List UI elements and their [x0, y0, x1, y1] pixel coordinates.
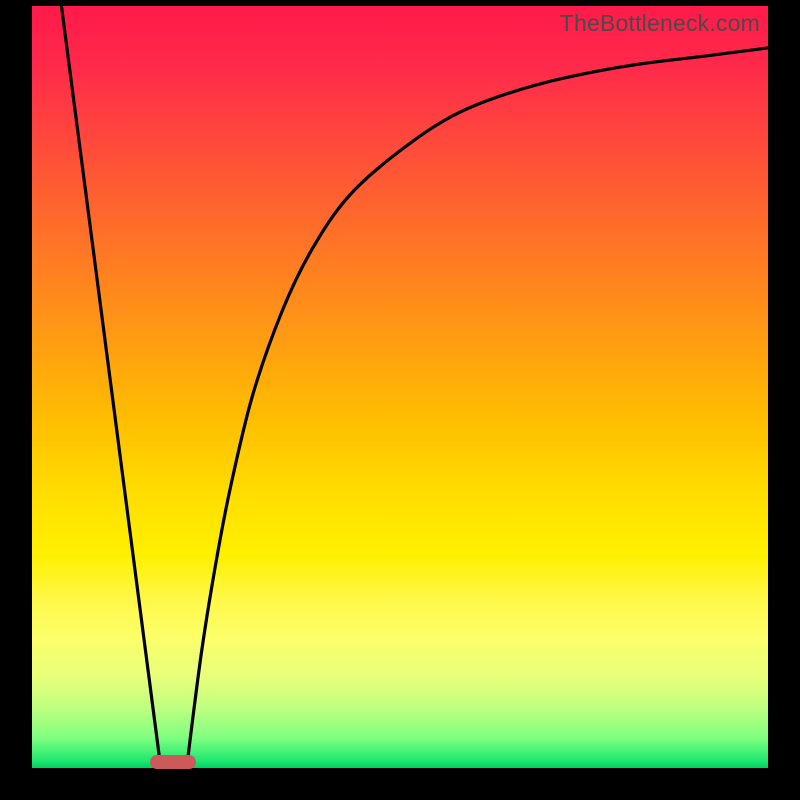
curves-svg	[32, 6, 768, 768]
plot-area: TheBottleneck.com	[32, 6, 768, 768]
bottleneck-marker	[150, 755, 196, 769]
right-curve-path	[187, 48, 768, 768]
left-line-path	[61, 6, 160, 768]
chart-container: TheBottleneck.com	[0, 0, 800, 800]
watermark-text: TheBottleneck.com	[560, 10, 760, 37]
